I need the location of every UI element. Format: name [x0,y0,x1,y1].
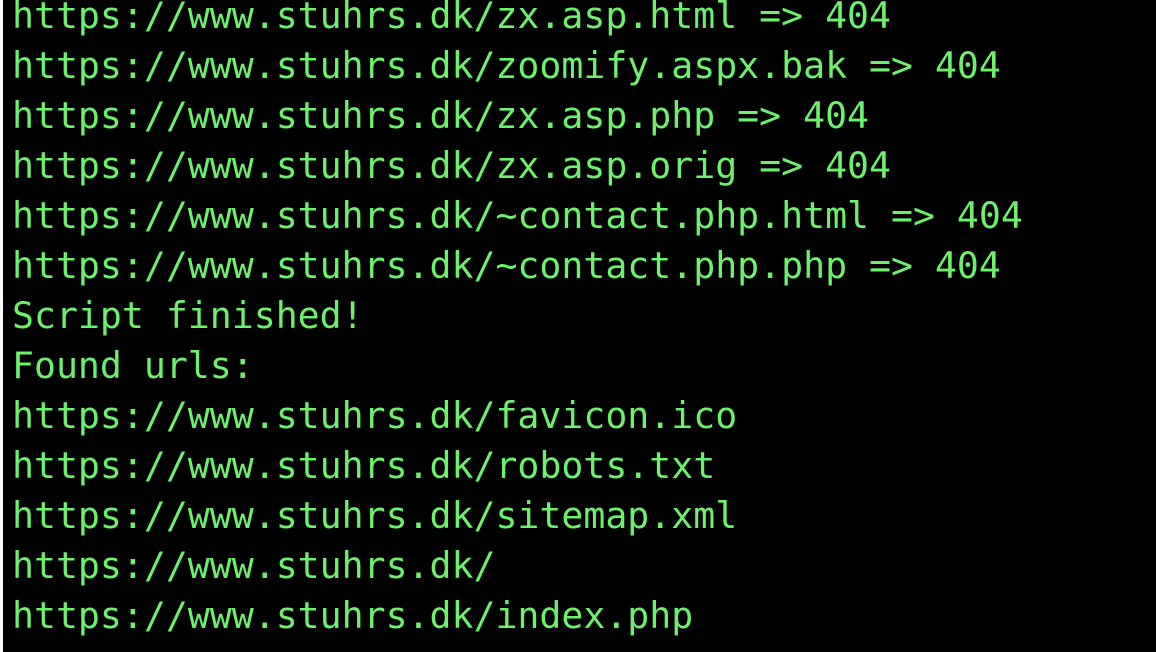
output-line-404: https://www.stuhrs.dk/~contact.php.html … [12,194,1023,237]
output-line-404: https://www.stuhrs.dk/zx.asp.orig => 404 [12,144,891,187]
output-line-404: https://www.stuhrs.dk/~contact.php.php =… [12,244,1001,287]
found-url-line: https://www.stuhrs.dk/sitemap.xml [12,494,738,537]
found-url-line: https://www.stuhrs.dk/favicon.ico [12,394,738,437]
output-line-404: https://www.stuhrs.dk/zx.asp.html => 404 [12,0,891,37]
found-url-line: https://www.stuhrs.dk/index.php [12,594,694,637]
terminal-output: https://www.stuhrs.dk/zx.asp.html => 404… [12,0,1023,641]
terminal-window[interactable]: https://www.stuhrs.dk/zx.asp.html => 404… [0,0,1156,652]
output-line-404: https://www.stuhrs.dk/zx.asp.php => 404 [12,94,870,137]
found-url-line: https://www.stuhrs.dk/robots.txt [12,444,716,487]
found-urls-heading: Found urls: [12,344,254,387]
window-left-border [0,0,3,652]
output-line-404: https://www.stuhrs.dk/zoomify.aspx.bak =… [12,44,1001,87]
found-url-line: https://www.stuhrs.dk/ [12,544,496,587]
script-finished-message: Script finished! [12,294,364,337]
